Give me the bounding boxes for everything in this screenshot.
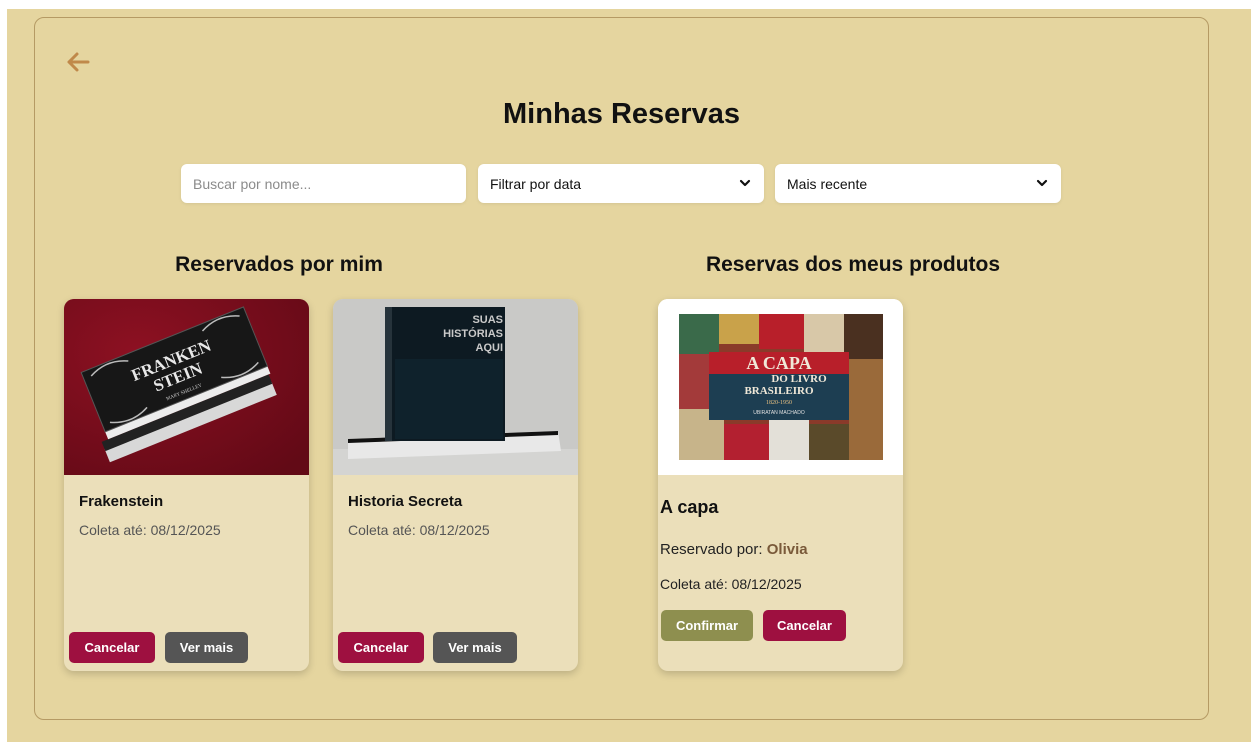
cover-title-line3: BRASILEIRO xyxy=(744,385,814,397)
section-title-reserved-by-me: Reservados por mim xyxy=(175,253,383,276)
book-cover-image: A CAPA DO LIVRO BRASILEIRO 1820-1950 UBI… xyxy=(658,299,903,475)
reservation-card: SUAS HISTÓRIAS AQUI Historia Secreta Col… xyxy=(333,299,578,671)
chevron-down-icon xyxy=(1036,179,1048,187)
confirm-button[interactable]: Confirmar xyxy=(661,610,753,641)
search-input[interactable] xyxy=(181,164,466,203)
product-reservation-card: A CAPA DO LIVRO BRASILEIRO 1820-1950 UBI… xyxy=(658,299,903,671)
card-title: Frakenstein xyxy=(79,493,164,510)
order-filter-select[interactable]: Mais recente xyxy=(775,164,1061,203)
cancel-button[interactable]: Cancelar xyxy=(763,610,846,641)
reserved-by-name: Olivia xyxy=(766,541,808,558)
cover-years: 1820-1950 xyxy=(766,400,792,406)
cover-title-line1: A CAPA xyxy=(746,353,811,373)
cover-title-line1: SUAS xyxy=(472,314,503,326)
card-title: A capa xyxy=(660,497,719,517)
chevron-down-icon xyxy=(739,179,751,187)
pickup-date: Coleta até: 08/12/2025 xyxy=(79,522,221,538)
pickup-date: Coleta até: 08/12/2025 xyxy=(660,576,802,592)
arrow-left-icon xyxy=(67,52,90,72)
cover-title-line3: AQUI xyxy=(476,342,504,354)
cover-title-line2: DO LIVRO xyxy=(771,373,827,385)
back-button[interactable] xyxy=(64,48,94,78)
date-filter-value: Filtrar por data xyxy=(490,175,582,192)
see-more-button[interactable]: Ver mais xyxy=(433,632,517,663)
cover-author: UBIRATAN MACHADO xyxy=(753,410,805,416)
cancel-button[interactable]: Cancelar xyxy=(338,632,424,663)
order-filter-value: Mais recente xyxy=(787,175,868,192)
cancel-button[interactable]: Cancelar xyxy=(69,632,155,663)
reserved-by: Reservado por: Olivia xyxy=(660,541,808,558)
section-title-my-products: Reservas dos meus produtos xyxy=(705,253,1001,276)
reservation-card: FRANKEN STEIN MARY SHELLEY Frakenstein C… xyxy=(64,299,309,671)
book-cover-image: FRANKEN STEIN MARY SHELLEY xyxy=(64,299,309,475)
card-title: Historia Secreta xyxy=(348,493,463,510)
date-filter-select[interactable]: Filtrar por data xyxy=(478,164,764,203)
reserved-by-label: Reservado por: xyxy=(660,541,763,558)
see-more-button[interactable]: Ver mais xyxy=(165,632,248,663)
book-cover-image: SUAS HISTÓRIAS AQUI xyxy=(333,299,578,475)
cover-title-line2: HISTÓRIAS xyxy=(443,327,503,340)
page-title: Minhas Reservas xyxy=(503,98,740,130)
pickup-date: Coleta até: 08/12/2025 xyxy=(348,522,490,538)
